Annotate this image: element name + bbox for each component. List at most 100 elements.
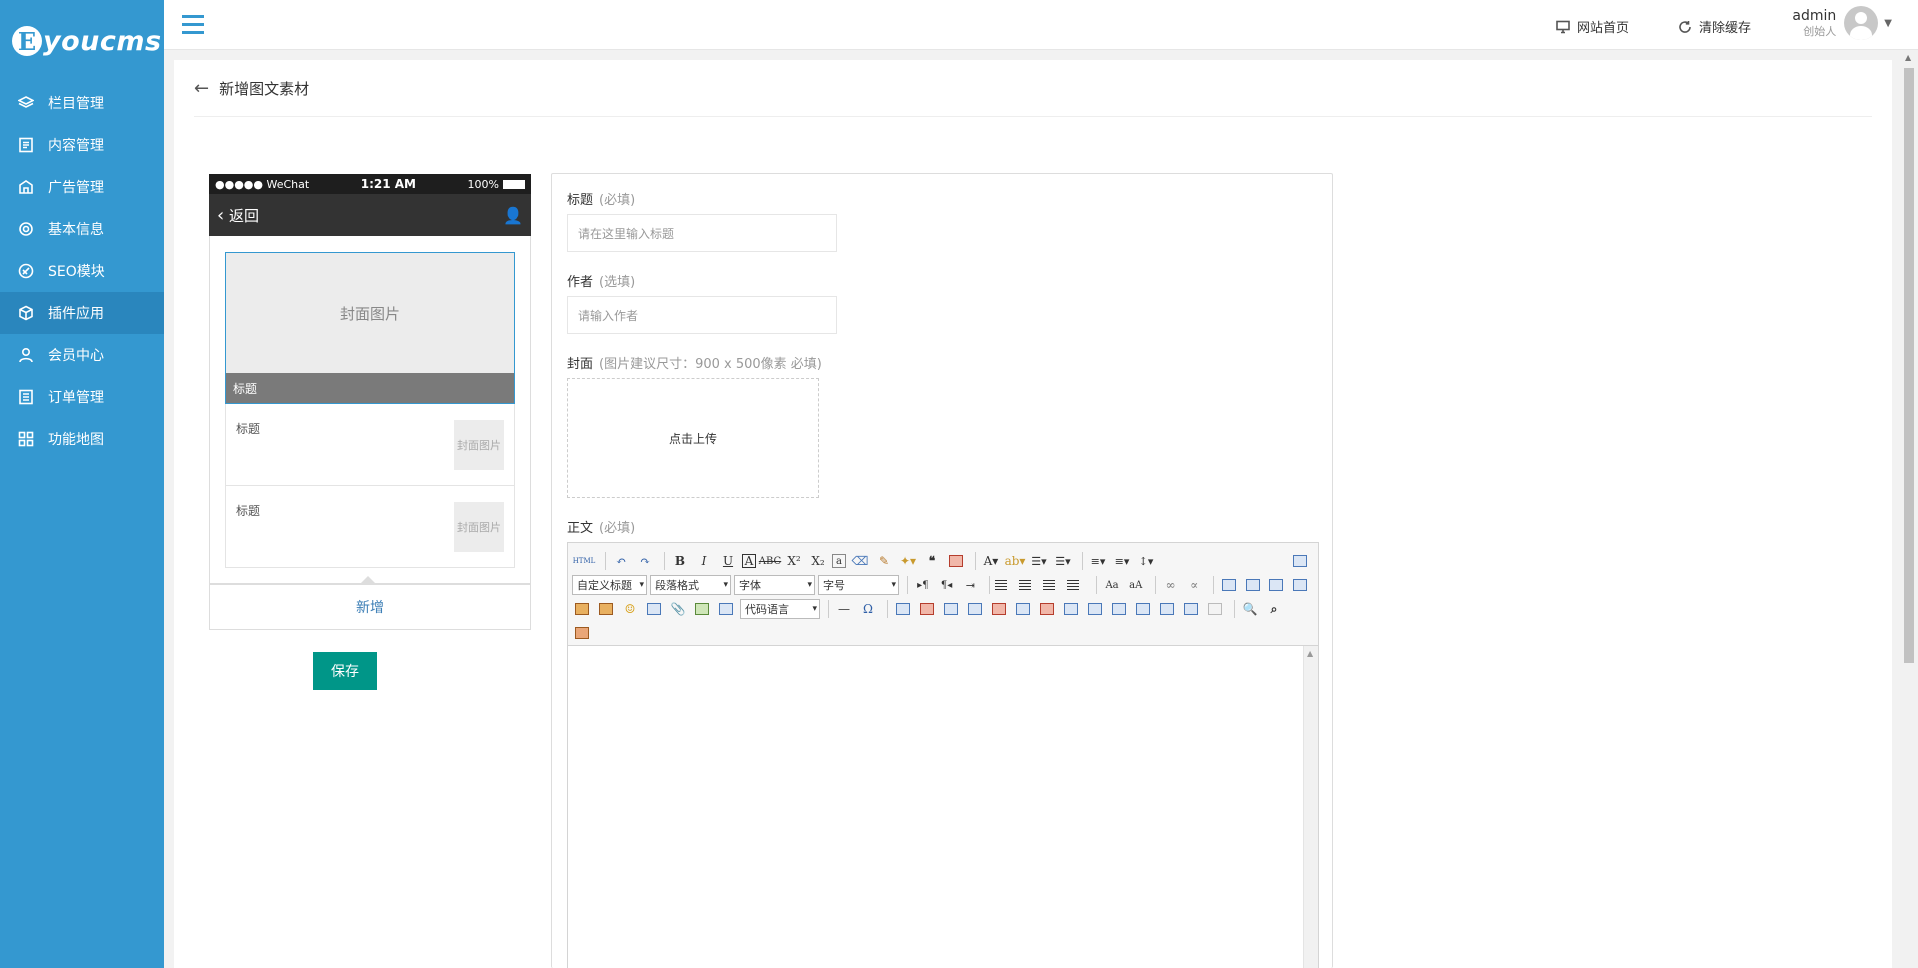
align-center-icon[interactable]: [1019, 575, 1039, 595]
horizontal-rule-icon[interactable]: —: [834, 599, 854, 619]
user-menu[interactable]: admin 创始人 ▼: [1792, 6, 1892, 40]
unordered-list-icon[interactable]: ☰▾: [1053, 551, 1073, 571]
simple-upload-icon[interactable]: [572, 599, 592, 619]
paste-plain-icon[interactable]: [946, 551, 966, 571]
editor-content-area[interactable]: [568, 646, 1318, 968]
font-border-icon[interactable]: A: [742, 554, 756, 568]
undo-icon[interactable]: ↶: [611, 551, 631, 571]
sidebar-item-content[interactable]: 内容管理: [0, 124, 164, 166]
row-spacing-bottom-icon[interactable]: ≡▾: [1112, 551, 1132, 571]
italic-icon[interactable]: I: [694, 551, 714, 571]
sub-article-item[interactable]: 标题 封面图片: [225, 486, 515, 568]
indent-icon[interactable]: ⇥: [960, 575, 980, 595]
sidebar-item-ads[interactable]: 广告管理: [0, 166, 164, 208]
font-size-select[interactable]: 字号: [818, 575, 900, 595]
redo-icon[interactable]: ↷: [635, 551, 655, 571]
uppercase-icon[interactable]: Aa: [1102, 575, 1122, 595]
author-input[interactable]: 请输入作者: [567, 296, 837, 334]
logo[interactable]: E youcms: [0, 0, 164, 82]
menu-toggle-icon[interactable]: [182, 15, 204, 35]
link-icon[interactable]: ∞: [1161, 575, 1181, 595]
insert-row-icon[interactable]: [965, 599, 985, 619]
image-right-icon[interactable]: [1267, 575, 1287, 595]
split-rows-icon[interactable]: [1157, 599, 1177, 619]
delete-col-icon[interactable]: [1037, 599, 1057, 619]
editor-scrollbar[interactable]: [1303, 646, 1318, 968]
image-left-icon[interactable]: [1243, 575, 1263, 595]
subscript-icon[interactable]: X₂: [808, 551, 828, 571]
line-height-icon[interactable]: ↕▾: [1136, 551, 1156, 571]
lowercase-icon[interactable]: aA: [1126, 575, 1146, 595]
image-center-icon[interactable]: [1290, 575, 1310, 595]
merge-down-icon[interactable]: [1109, 599, 1129, 619]
title-input[interactable]: 请在这里输入标题: [567, 214, 837, 252]
delete-row-icon[interactable]: [989, 599, 1009, 619]
delete-table-icon[interactable]: [917, 599, 937, 619]
paste-template-icon[interactable]: [572, 623, 592, 643]
scroll-up-icon[interactable]: ▲: [1905, 53, 1911, 62]
unlink-icon[interactable]: ∝: [1184, 575, 1204, 595]
page-scrollbar[interactable]: ▲: [1900, 50, 1918, 968]
chevron-down-icon[interactable]: ▼: [1884, 18, 1892, 29]
main-article-card[interactable]: 封面图片 标题: [225, 252, 515, 404]
insert-col-icon[interactable]: [1013, 599, 1033, 619]
autotype-icon[interactable]: a: [832, 554, 846, 568]
video-icon[interactable]: [644, 599, 664, 619]
back-arrow-icon[interactable]: ←: [194, 78, 209, 99]
blank-page-icon[interactable]: [1205, 599, 1225, 619]
scrollbar-thumb[interactable]: [1904, 68, 1914, 663]
avatar[interactable]: [1844, 6, 1879, 40]
split-cols-icon[interactable]: [1181, 599, 1201, 619]
superscript-icon[interactable]: X²: [784, 551, 804, 571]
sidebar-item-orders[interactable]: 订单管理: [0, 376, 164, 418]
font-color-icon[interactable]: A▾: [981, 551, 1001, 571]
attachment-icon[interactable]: 📎: [668, 599, 688, 619]
sidebar-item-feature-map[interactable]: 功能地图: [0, 418, 164, 460]
strikethrough-icon[interactable]: ABC: [759, 551, 781, 571]
cover-upload[interactable]: 点击上传: [567, 378, 819, 498]
sidebar-item-basic-info[interactable]: 基本信息: [0, 208, 164, 250]
eraser-icon[interactable]: ⌫: [850, 551, 870, 571]
sidebar-item-columns[interactable]: 栏目管理: [0, 82, 164, 124]
magic-wand-icon[interactable]: ✦▾: [898, 551, 918, 571]
add-article-button[interactable]: 新增: [209, 584, 531, 630]
ordered-list-icon[interactable]: ☰▾: [1029, 551, 1049, 571]
row-spacing-top-icon[interactable]: ≡▾: [1088, 551, 1108, 571]
merge-cells-icon[interactable]: [1061, 599, 1081, 619]
search-replace-icon[interactable]: ⌕: [1264, 599, 1284, 619]
font-family-select[interactable]: 字体: [734, 575, 816, 595]
clear-cache-link[interactable]: 清除缓存: [1678, 17, 1751, 36]
bold-icon[interactable]: B: [670, 551, 690, 571]
merge-right-icon[interactable]: [1085, 599, 1105, 619]
split-cells-icon[interactable]: [1133, 599, 1153, 619]
rtl-icon[interactable]: ¶◂: [937, 575, 957, 595]
ltr-icon[interactable]: ▸¶: [913, 575, 933, 595]
insert-paragraph-before-table-icon[interactable]: [941, 599, 961, 619]
format-brush-icon[interactable]: ✎: [874, 551, 894, 571]
insert-code-icon[interactable]: [716, 599, 736, 619]
align-right-icon[interactable]: [1043, 575, 1063, 595]
align-justify-icon[interactable]: [1067, 575, 1087, 595]
paragraph-format-select[interactable]: 段落格式: [650, 575, 732, 595]
underline-icon[interactable]: U: [718, 551, 738, 571]
sidebar-item-members[interactable]: 会员中心: [0, 334, 164, 376]
sidebar-item-plugins[interactable]: 插件应用: [0, 292, 164, 334]
save-button[interactable]: 保存: [313, 652, 377, 690]
special-char-icon[interactable]: Ω: [858, 599, 878, 619]
sub-article-item[interactable]: 标题 封面图片: [225, 404, 515, 486]
insert-table-icon[interactable]: [893, 599, 913, 619]
fullscreen-icon[interactable]: [1290, 551, 1310, 571]
preview-icon[interactable]: 🔍: [1240, 599, 1260, 619]
blockquote-icon[interactable]: ❝: [922, 551, 942, 571]
site-home-link[interactable]: 网站首页: [1556, 17, 1629, 36]
insert-image-icon[interactable]: [596, 599, 616, 619]
custom-title-select[interactable]: 自定义标题: [572, 575, 648, 595]
map-icon[interactable]: [692, 599, 712, 619]
image-none-icon[interactable]: [1219, 575, 1239, 595]
emotion-icon[interactable]: ☺: [620, 599, 640, 619]
align-left-icon[interactable]: [995, 575, 1015, 595]
highlight-icon[interactable]: ab▾: [1005, 551, 1026, 571]
html-source-button[interactable]: HTML: [572, 551, 596, 571]
sidebar-item-seo[interactable]: SEO模块: [0, 250, 164, 292]
code-language-select[interactable]: 代码语言: [740, 599, 820, 619]
